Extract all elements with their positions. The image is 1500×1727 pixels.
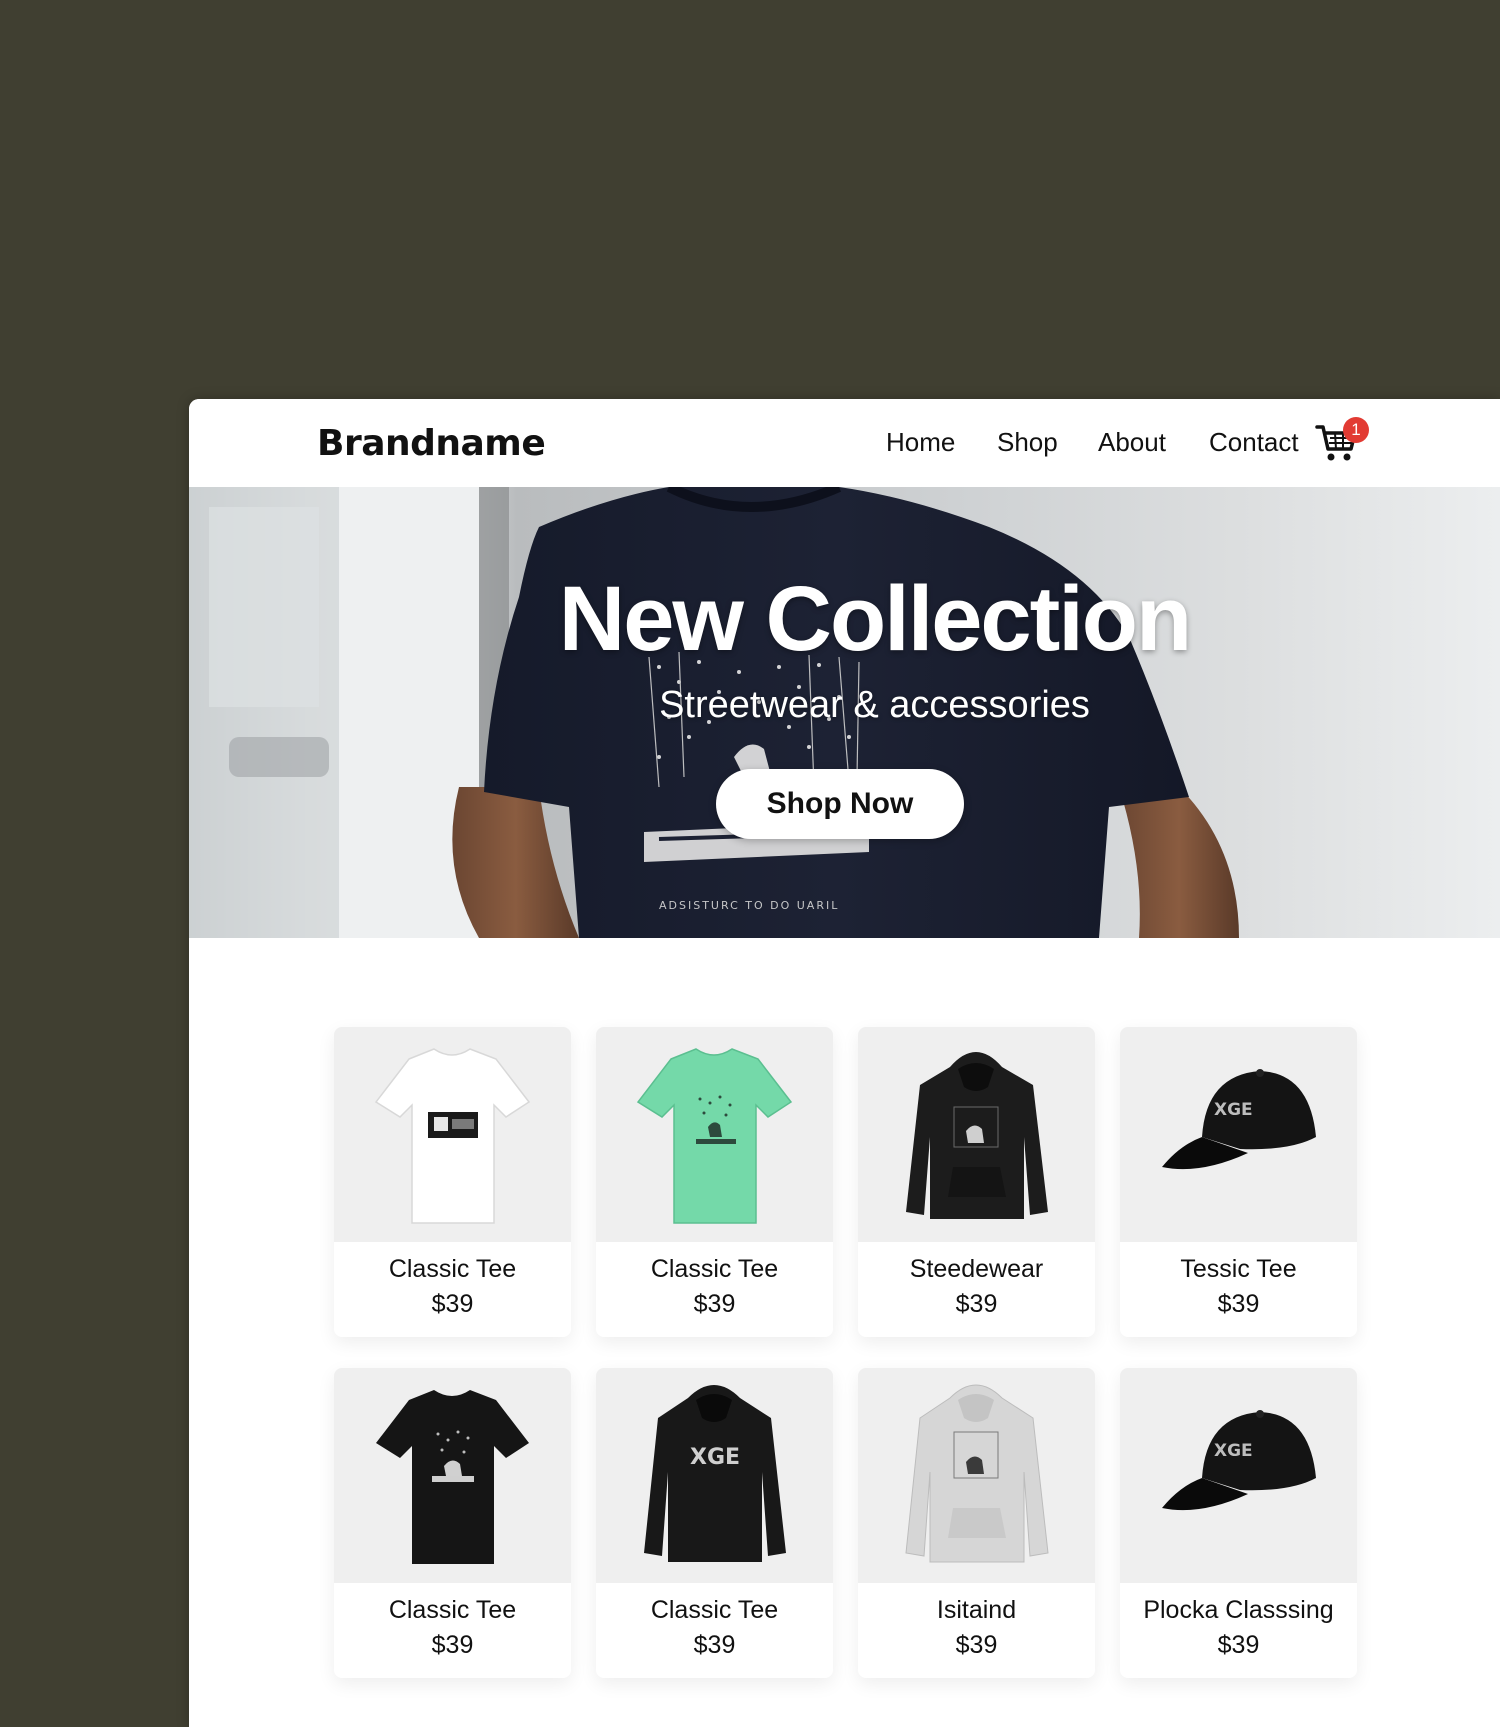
hero-title: New Collection (558, 568, 1192, 670)
product-image (858, 1368, 1095, 1583)
product-price: $39 (431, 1631, 474, 1659)
product-price: $39 (1217, 1290, 1260, 1318)
product-image (858, 1027, 1095, 1242)
cap-logo: XGE (1214, 1100, 1253, 1120)
product-card[interactable]: XGE Tessic Tee $39 (1120, 1027, 1357, 1337)
product-price: $39 (431, 1290, 474, 1318)
nav-home-link[interactable]: Home (886, 427, 955, 458)
t-shirt-icon (374, 1048, 531, 1224)
product-name: Steedewear (909, 1255, 1044, 1283)
hoodie-logo: XGE (690, 1445, 740, 1470)
product-name: Classic Tee (388, 1596, 517, 1624)
hero-shirt-print-text: ADSISTURC TO DO UARIL (659, 899, 839, 912)
nav-contact-link[interactable]: Contact (1209, 427, 1299, 458)
t-shirt-icon (376, 1390, 529, 1564)
product-card[interactable]: XGE Classic Tee $39 (596, 1368, 833, 1678)
product-name: Isitaind (936, 1596, 1017, 1624)
product-price: $39 (955, 1290, 998, 1318)
product-image: XGE (1120, 1368, 1357, 1583)
product-image: XGE (596, 1368, 833, 1583)
hoodie-icon: XGE (644, 1385, 786, 1562)
product-name: Plocka Classsing (1143, 1596, 1334, 1624)
product-card[interactable]: Classic Tee $39 (334, 1368, 571, 1678)
product-name: Tessic Tee (1180, 1255, 1297, 1283)
hero-banner: ADSISTURC TO DO UARIL New Collection Str… (189, 487, 1500, 938)
cart-button[interactable]: 1 (1315, 417, 1369, 467)
t-shirt-icon (636, 1048, 793, 1224)
product-name: Classic Tee (650, 1596, 779, 1624)
hoodie-icon (905, 1384, 1049, 1563)
hero-subtitle: Streetwear & accessories (659, 684, 1090, 726)
product-image: XGE (1120, 1027, 1357, 1242)
cap-icon: XGE (1162, 1069, 1316, 1170)
product-card[interactable]: Isitaind $39 (858, 1368, 1095, 1678)
nav-about-link[interactable]: About (1098, 427, 1166, 458)
product-image (596, 1027, 833, 1242)
shop-now-button[interactable]: Shop Now (716, 769, 964, 839)
product-card[interactable]: XGE Plocka Classsing $39 (1120, 1368, 1357, 1678)
product-name: Classic Tee (650, 1255, 779, 1283)
nav-shop-link[interactable]: Shop (997, 427, 1058, 458)
product-card[interactable]: Classic Tee $39 (596, 1027, 833, 1337)
brand-logo[interactable]: Brandname (317, 423, 546, 464)
navbar: Brandname Home Shop About Contact 1 (189, 399, 1500, 487)
cart-count-badge: 1 (1343, 417, 1369, 443)
product-card[interactable]: Steedewear $39 (858, 1027, 1095, 1337)
product-price: $39 (955, 1631, 998, 1659)
product-price: $39 (693, 1290, 736, 1318)
product-price: $39 (693, 1631, 736, 1659)
cap-logo: XGE (1214, 1441, 1253, 1461)
storefront-window: Brandname Home Shop About Contact 1 ADSI… (189, 399, 1500, 1727)
cap-icon: XGE (1162, 1410, 1316, 1511)
product-image (334, 1368, 571, 1583)
product-card[interactable]: Classic Tee $39 (334, 1027, 571, 1337)
hoodie-icon (906, 1052, 1048, 1219)
product-image (334, 1027, 571, 1242)
product-name: Classic Tee (388, 1255, 517, 1283)
product-price: $39 (1217, 1631, 1260, 1659)
